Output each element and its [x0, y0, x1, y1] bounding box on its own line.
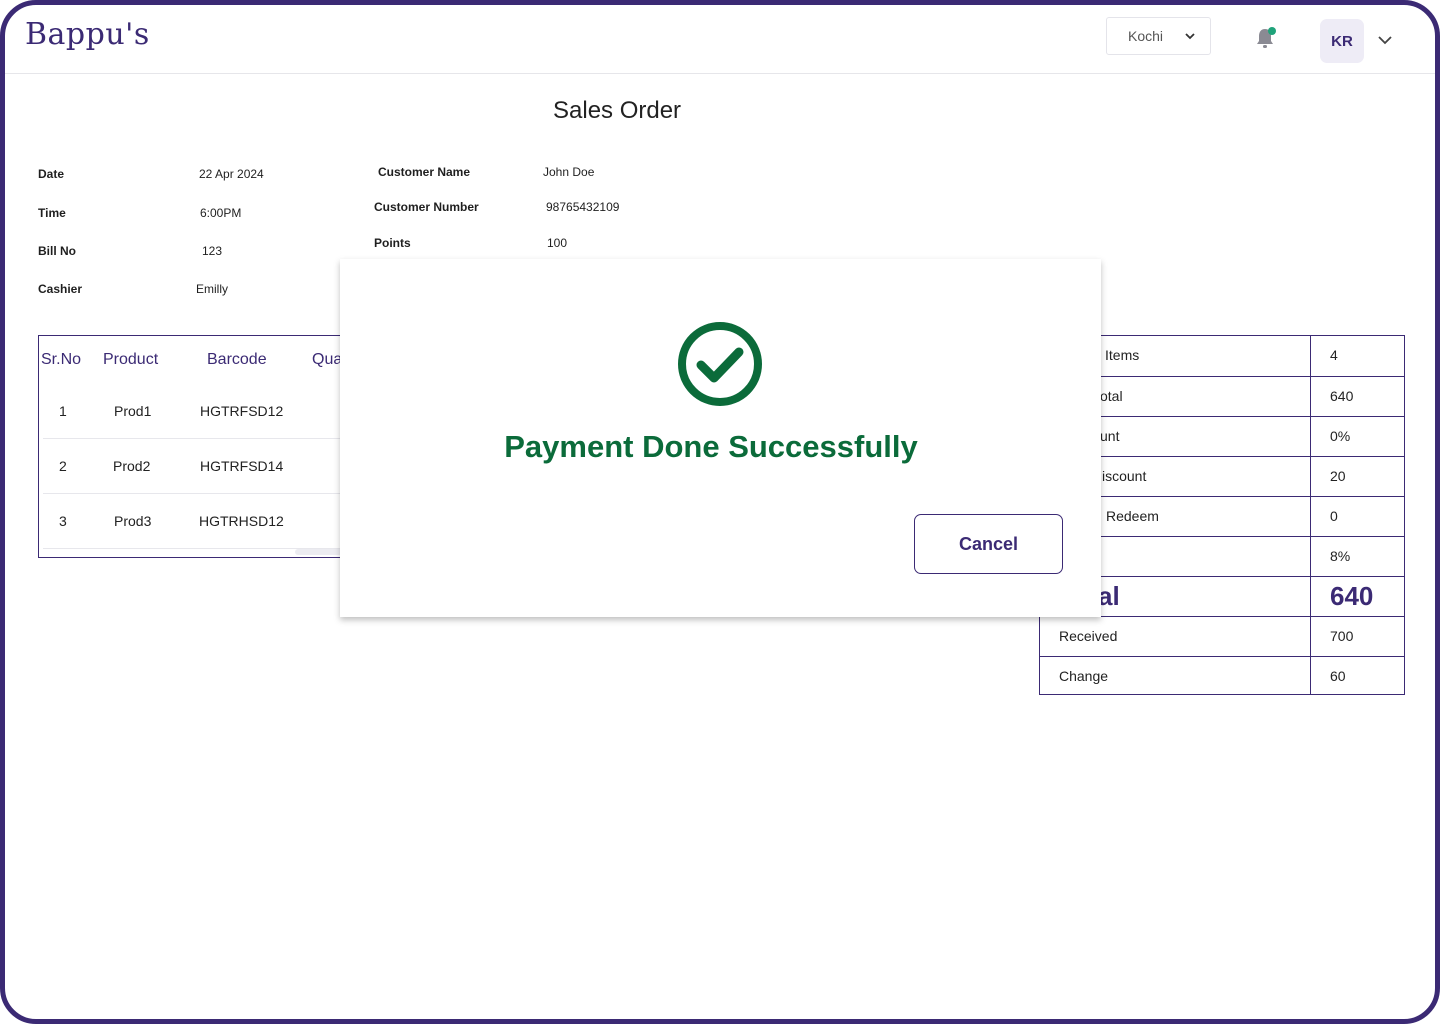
- column-header-srno: Sr.No: [41, 351, 82, 368]
- row-srno: 3: [59, 513, 67, 529]
- row-barcode: HGTRFSD12: [200, 403, 284, 419]
- row-srno: 1: [59, 403, 67, 419]
- check-circle-icon: [678, 322, 762, 406]
- row-product: Prod1: [114, 403, 152, 419]
- row-barcode: HGTRFSD14: [200, 458, 284, 474]
- summary-label: Items: [1105, 347, 1140, 363]
- chevron-down-icon[interactable]: [1377, 34, 1393, 46]
- summary-row-change: Change 60: [1040, 656, 1404, 697]
- row-product: Prod2: [113, 458, 151, 474]
- column-header-barcode: Barcode: [207, 351, 267, 368]
- summary-label: Received: [1059, 628, 1118, 644]
- app-window: Bappu's Kochi KR Sales Order Date 22 Apr…: [0, 0, 1440, 1024]
- points-label: Points: [374, 236, 411, 250]
- summary-value: 640: [1330, 388, 1354, 404]
- bill-no-value: 123: [202, 244, 223, 258]
- row-barcode: HGTRHSD12: [199, 513, 284, 529]
- cancel-button[interactable]: Cancel: [914, 514, 1063, 574]
- summary-label: otal: [1100, 388, 1123, 404]
- user-avatar[interactable]: KR: [1320, 19, 1364, 63]
- top-bar: Bappu's Kochi KR: [5, 5, 1435, 74]
- summary-label: Change: [1059, 668, 1109, 684]
- date-value: 22 Apr 2024: [199, 167, 264, 181]
- summary-value: 0%: [1330, 428, 1351, 444]
- summary-value: 20: [1330, 468, 1346, 484]
- summary-value: 8%: [1330, 548, 1351, 564]
- row-product: Prod3: [114, 513, 152, 529]
- customer-name-label: Customer Name: [378, 165, 471, 179]
- time-value: 6:00PM: [200, 206, 242, 220]
- summary-value: 700: [1330, 628, 1354, 644]
- customer-name-value: John Doe: [543, 165, 595, 179]
- row-divider: [43, 438, 343, 439]
- summary-value: 640: [1330, 581, 1374, 611]
- row-divider: [43, 493, 343, 494]
- notification-bell-icon[interactable]: [1253, 25, 1277, 51]
- summary-value: 60: [1330, 668, 1346, 684]
- summary-column-divider: [1310, 336, 1311, 694]
- summary-label: Redeem: [1106, 508, 1159, 524]
- summary-value: 0: [1330, 508, 1338, 524]
- column-header-quantity: Qua: [312, 351, 343, 368]
- summary-label: unt: [1100, 428, 1120, 444]
- customer-number-value: 98765432109: [546, 200, 620, 214]
- location-value: Kochi: [1128, 28, 1164, 44]
- brand-logo: Bappu's: [25, 17, 150, 52]
- location-dropdown[interactable]: Kochi: [1106, 17, 1211, 55]
- summary-row-received: Received 700: [1040, 616, 1404, 657]
- payment-success-modal: Payment Done Successfully Cancel: [340, 259, 1101, 617]
- customer-number-label: Customer Number: [374, 200, 479, 214]
- summary-label: iscount: [1102, 468, 1147, 484]
- summary-value: 4: [1330, 347, 1338, 363]
- product-table: Sr.No Product Barcode Qua 1 Prod1 HGTRFS…: [38, 335, 378, 558]
- chevron-down-icon: [1185, 33, 1195, 40]
- points-value: 100: [547, 236, 568, 250]
- time-label: Time: [38, 206, 66, 220]
- success-message: Payment Done Successfully: [504, 429, 918, 464]
- cashier-label: Cashier: [38, 282, 83, 296]
- cashier-value: Emilly: [196, 282, 228, 296]
- column-header-product: Product: [103, 351, 159, 368]
- page-title: Sales Order: [553, 97, 682, 124]
- summary-label: al: [1098, 581, 1120, 611]
- bill-no-label: Bill No: [38, 244, 76, 258]
- row-srno: 2: [59, 458, 67, 474]
- date-label: Date: [38, 167, 65, 181]
